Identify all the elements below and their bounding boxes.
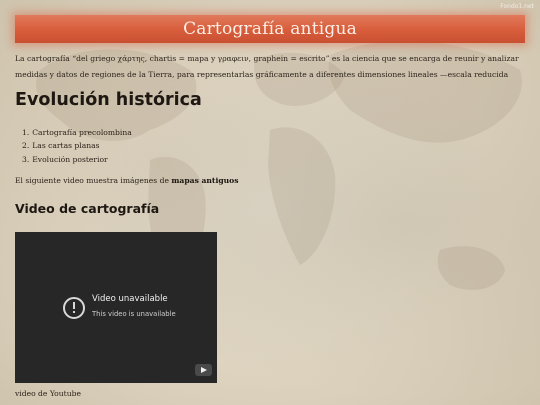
- page-title: Cartografía antigua: [183, 19, 357, 39]
- youtube-logo-icon[interactable]: [195, 364, 212, 376]
- video-note: El siguiente video muestra imágenes de m…: [15, 176, 239, 185]
- watermark: Fondo1.net: [500, 3, 534, 10]
- list-item[interactable]: 3. Evolución posterior: [22, 153, 132, 166]
- video-unavailable-title: Video unavailable: [92, 294, 168, 304]
- list-item-number: 2.: [22, 141, 30, 151]
- mapas-antiguos-link[interactable]: mapas antiguos: [171, 176, 238, 185]
- list-item-label: Evolución posterior: [32, 154, 108, 164]
- alert-icon: [63, 297, 85, 319]
- video-caption: video de Youtube: [15, 389, 81, 398]
- video-note-text: El siguiente video muestra imágenes de: [15, 176, 172, 185]
- list-item-label: Las cartas planas: [32, 141, 100, 151]
- list-item-number: 1.: [22, 128, 30, 137]
- list-item[interactable]: 2. Las cartas planas: [22, 139, 132, 152]
- header-bar: Cartografía antigua: [15, 15, 525, 43]
- list-item-number: 3.: [22, 154, 30, 164]
- intro-paragraph: La cartografía “del griego χάρτης, chart…: [15, 54, 519, 79]
- section-heading-evolucion: Evolución histórica: [15, 90, 202, 110]
- video-unavailable-subtitle: This video is unavailable: [92, 310, 176, 318]
- video-player[interactable]: Video unavailable This video is unavaila…: [15, 232, 217, 383]
- list-item-label: Cartografía precolombina: [32, 128, 132, 137]
- section-heading-video: Video de cartografía: [15, 201, 160, 216]
- history-list: 1. Cartografía precolombina 2. Las cartas …: [22, 126, 132, 166]
- list-item[interactable]: 1. Cartografía precolombina: [22, 126, 132, 139]
